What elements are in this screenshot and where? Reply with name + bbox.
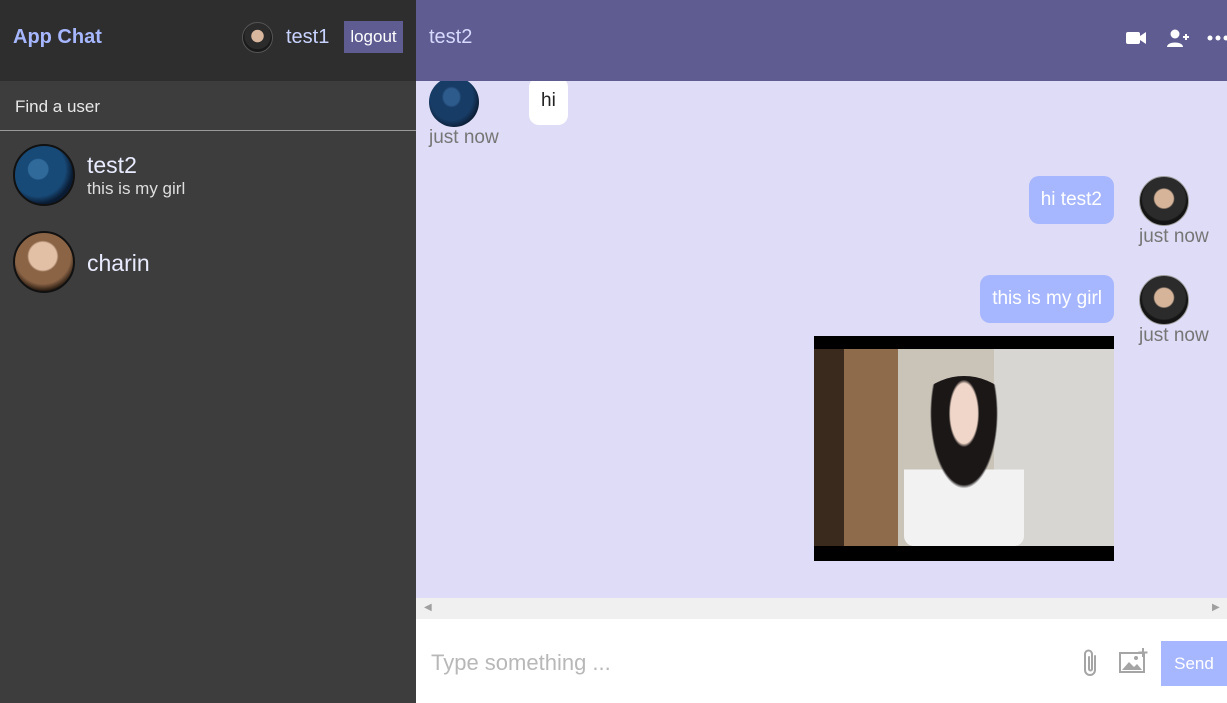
message-time: just now — [429, 127, 499, 148]
message-image[interactable] — [814, 336, 1114, 561]
sender-avatar — [429, 81, 479, 127]
scroll-right-arrow-icon[interactable]: ▶ — [1212, 602, 1220, 613]
chat-panel: test2 just now hi hi test2 just now this… — [416, 0, 1227, 703]
user-name: test2 — [87, 152, 137, 178]
horizontal-scrollbar[interactable]: ◀ ▶ — [416, 598, 1227, 619]
user-name: charin — [87, 250, 150, 276]
message-time: just now — [1139, 226, 1209, 247]
photo-subject — [904, 376, 1024, 546]
message-composer: Send — [416, 619, 1227, 703]
avatar — [13, 231, 75, 293]
current-user-name: test1 — [286, 26, 330, 48]
video-camera-icon[interactable] — [1124, 26, 1148, 50]
user-search — [0, 81, 416, 131]
user-chat-test2[interactable]: test2 this is my girl — [0, 144, 416, 212]
app-logo: App Chat — [13, 26, 102, 48]
send-button[interactable]: Send — [1161, 641, 1227, 686]
message-input[interactable] — [431, 647, 1071, 679]
current-user-avatar — [242, 22, 273, 53]
add-user-icon[interactable] — [1166, 26, 1190, 50]
attach-icon[interactable] — [1080, 648, 1102, 683]
more-options-icon[interactable] — [1206, 26, 1227, 50]
sender-avatar — [1139, 176, 1189, 226]
add-image-icon[interactable] — [1118, 647, 1150, 680]
find-user-input[interactable] — [15, 94, 395, 120]
chat-title: test2 — [429, 26, 473, 48]
sidebar: App Chat test1 logout test2 this is my g… — [0, 0, 416, 703]
logout-button[interactable]: logout — [344, 21, 403, 53]
avatar — [13, 144, 75, 206]
scroll-left-arrow-icon[interactable]: ◀ — [424, 602, 432, 613]
sidebar-navbar: App Chat test1 logout — [0, 0, 416, 81]
message-time: just now — [1139, 325, 1209, 346]
last-message: this is my girl — [87, 179, 186, 198]
chat-header: test2 — [416, 0, 1227, 81]
message-bubble: hi — [529, 81, 568, 125]
message-bubble: this is my girl — [980, 275, 1114, 323]
sender-avatar — [1139, 275, 1189, 325]
message-bubble: hi test2 — [1028, 176, 1114, 224]
message-list: just now hi hi test2 just now this is my… — [416, 81, 1227, 598]
user-chat-charin[interactable]: charin — [0, 231, 416, 299]
